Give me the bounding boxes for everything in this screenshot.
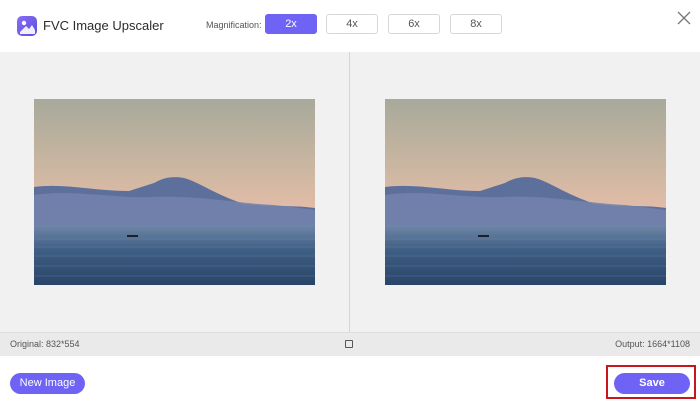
magnification-2x-button[interactable]: 2x: [265, 14, 317, 34]
magnification-6x-button[interactable]: 6x: [388, 14, 440, 34]
magnification-8x-button[interactable]: 8x: [450, 14, 502, 34]
original-image: [34, 99, 315, 285]
magnification-label: Magnification:: [206, 20, 262, 30]
footer: New Image Save: [0, 356, 700, 411]
info-bar: Original: 832*554 Output: 1664*1108: [0, 332, 700, 356]
preview-area: [0, 52, 700, 332]
app-title: FVC Image Upscaler: [43, 18, 164, 33]
app-logo-icon: [17, 16, 37, 36]
save-button[interactable]: Save: [614, 373, 690, 394]
new-image-button[interactable]: New Image: [10, 373, 85, 394]
output-size-label: Output: 1664*1108: [615, 339, 690, 349]
close-icon[interactable]: [674, 8, 694, 28]
original-size-label: Original: 832*554: [10, 339, 80, 349]
output-image: [385, 99, 666, 285]
upscaler-window: FVC Image Upscaler Magnification: 2x 4x …: [0, 0, 700, 411]
magnification-4x-button[interactable]: 4x: [326, 14, 378, 34]
header: FVC Image Upscaler Magnification: 2x 4x …: [0, 0, 700, 52]
compare-view-icon[interactable]: [345, 340, 353, 348]
comparison-divider[interactable]: [349, 52, 350, 332]
